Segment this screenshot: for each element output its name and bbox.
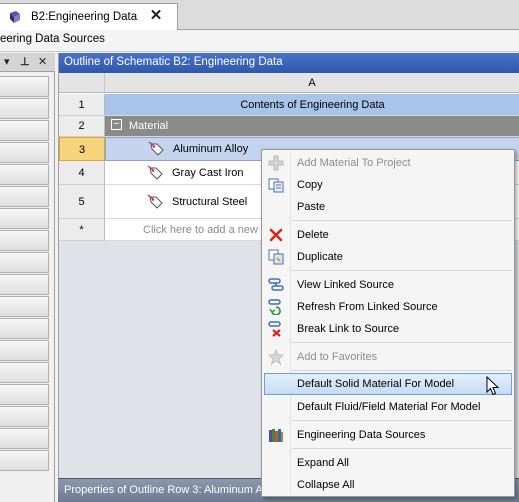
engineering-data-sources-button[interactable]: eering Data Sources bbox=[0, 33, 105, 45]
menu-item-label: View Linked Source bbox=[297, 279, 395, 291]
toolbox-item[interactable] bbox=[0, 230, 49, 251]
material-name: Aluminum Alloy bbox=[173, 143, 249, 155]
menu-separator bbox=[292, 448, 512, 449]
toolbox-header: ▾ ⊥ ✕ bbox=[0, 53, 55, 72]
menu-separator bbox=[292, 342, 512, 343]
menu-item-label: Engineering Data Sources bbox=[297, 429, 426, 441]
tab-title: B2:Engineering Data bbox=[31, 11, 138, 23]
toolbar: eering Data Sources bbox=[0, 30, 519, 52]
toolbox-item[interactable] bbox=[0, 252, 49, 273]
tab-engineering-data[interactable]: B2:Engineering Data ✕ bbox=[0, 3, 178, 30]
row-number-new[interactable]: * bbox=[59, 219, 105, 241]
toolbox-item[interactable] bbox=[0, 274, 49, 295]
library-books-icon bbox=[268, 427, 284, 443]
menu-item-refresh-from-linked-source[interactable]: Refresh From Linked Source bbox=[264, 296, 512, 318]
material-tag-icon bbox=[147, 165, 165, 181]
toolbox-item[interactable] bbox=[0, 428, 49, 449]
copy-icon bbox=[268, 177, 284, 193]
row-number-selected[interactable]: 3 bbox=[59, 137, 105, 161]
material-tag-icon bbox=[148, 141, 166, 157]
menu-item-add-material-to-project[interactable]: Add Material To Project bbox=[264, 152, 512, 174]
row-number[interactable]: 4 bbox=[59, 161, 105, 185]
menu-item-engineering-data-sources[interactable]: Engineering Data Sources bbox=[264, 424, 512, 446]
menu-separator bbox=[292, 220, 512, 221]
toolbox-item[interactable] bbox=[0, 450, 49, 471]
toolbox-item[interactable] bbox=[0, 296, 49, 317]
material-name: Structural Steel bbox=[172, 196, 248, 208]
toolbox-item[interactable] bbox=[0, 318, 49, 339]
menu-item-default-fluid-field-material[interactable]: Default Fluid/Field Material For Model bbox=[264, 396, 512, 418]
toolbox-item[interactable] bbox=[0, 142, 49, 163]
row-number[interactable]: 2 bbox=[59, 116, 105, 137]
menu-item-label: Collapse All bbox=[297, 479, 355, 491]
column-header-a[interactable]: A bbox=[105, 73, 519, 93]
menu-item-label: Default Fluid/Field Material For Model bbox=[297, 401, 481, 413]
toolbox-pane: ▾ ⊥ ✕ bbox=[0, 53, 55, 502]
menu-separator bbox=[292, 370, 512, 371]
context-menu: Add Material To Project Copy Paste Delet… bbox=[261, 149, 515, 497]
add-plus-icon bbox=[268, 155, 284, 171]
refresh-linked-source-icon bbox=[268, 299, 284, 316]
toolbox-item[interactable] bbox=[0, 384, 49, 405]
toolbox-item[interactable] bbox=[0, 164, 49, 185]
menu-item-label: Add to Favorites bbox=[297, 351, 378, 363]
menu-item-view-linked-source[interactable]: View Linked Source bbox=[264, 274, 512, 296]
menu-item-delete[interactable]: Delete bbox=[264, 224, 512, 246]
menu-item-label: Delete bbox=[297, 229, 329, 241]
toolbox-item[interactable] bbox=[0, 76, 49, 97]
menu-item-label: Expand All bbox=[297, 457, 349, 469]
delete-x-icon bbox=[268, 227, 284, 243]
outline-title: Outline of Schematic B2: Engineering Dat… bbox=[59, 53, 519, 73]
menu-item-label: Paste bbox=[297, 201, 326, 213]
table-row-material-group[interactable]: − Material bbox=[105, 116, 519, 137]
toolbox-item[interactable] bbox=[0, 340, 49, 361]
menu-item-collapse-all[interactable]: Collapse All bbox=[264, 474, 512, 496]
menu-item-add-to-favorites[interactable]: Add to Favorites bbox=[264, 346, 512, 368]
collapse-toggle-icon[interactable]: − bbox=[111, 119, 122, 130]
pane-menu-chevron-down-icon[interactable]: ▾ bbox=[4, 55, 10, 68]
toolbox-item[interactable] bbox=[0, 186, 49, 207]
table-row-header[interactable]: Contents of Engineering Data bbox=[105, 94, 519, 116]
add-new-material-placeholder: Click here to add a new m bbox=[143, 224, 271, 236]
corner-header bbox=[59, 73, 105, 93]
view-linked-source-icon bbox=[268, 277, 284, 293]
menu-item-label: Break Link to Source bbox=[297, 323, 400, 335]
row-number[interactable]: 1 bbox=[59, 94, 105, 116]
material-name: Gray Cast Iron bbox=[172, 167, 244, 179]
material-tag-icon bbox=[147, 194, 165, 210]
menu-item-label: Default Solid Material For Model bbox=[297, 378, 455, 390]
pane-close-icon[interactable]: ✕ bbox=[38, 55, 47, 68]
duplicate-icon bbox=[268, 249, 284, 265]
row-number[interactable]: 5 bbox=[59, 185, 105, 219]
toolbox-item[interactable] bbox=[0, 406, 49, 427]
toolbox-item[interactable] bbox=[0, 208, 49, 229]
toolbox-item[interactable] bbox=[0, 362, 49, 383]
toolbox-item[interactable] bbox=[0, 120, 49, 141]
menu-item-copy[interactable]: Copy bbox=[264, 174, 512, 196]
menu-item-default-solid-material[interactable]: Default Solid Material For Model bbox=[264, 373, 512, 396]
pin-icon[interactable]: ⊥ bbox=[20, 55, 30, 68]
favorite-star-icon bbox=[267, 348, 285, 366]
menu-item-label: Copy bbox=[297, 179, 323, 191]
menu-item-duplicate[interactable]: Duplicate bbox=[264, 246, 512, 268]
menu-item-label: Refresh From Linked Source bbox=[297, 301, 438, 313]
toolbox-item[interactable] bbox=[0, 98, 49, 119]
document-tab-strip: B2:Engineering Data ✕ bbox=[0, 0, 519, 30]
engineering-data-book-icon bbox=[8, 10, 22, 24]
menu-item-paste[interactable]: Paste bbox=[264, 196, 512, 218]
menu-item-break-link-to-source[interactable]: Break Link to Source bbox=[264, 318, 512, 340]
close-icon[interactable]: ✕ bbox=[148, 7, 164, 25]
menu-item-expand-all[interactable]: Expand All bbox=[264, 452, 512, 474]
menu-item-label: Duplicate bbox=[297, 251, 343, 263]
group-label: Material bbox=[129, 120, 169, 132]
menu-separator bbox=[292, 420, 512, 421]
menu-separator bbox=[292, 270, 512, 271]
break-link-icon bbox=[268, 321, 284, 337]
mouse-cursor-icon bbox=[486, 375, 500, 396]
menu-item-label: Add Material To Project bbox=[297, 157, 411, 169]
